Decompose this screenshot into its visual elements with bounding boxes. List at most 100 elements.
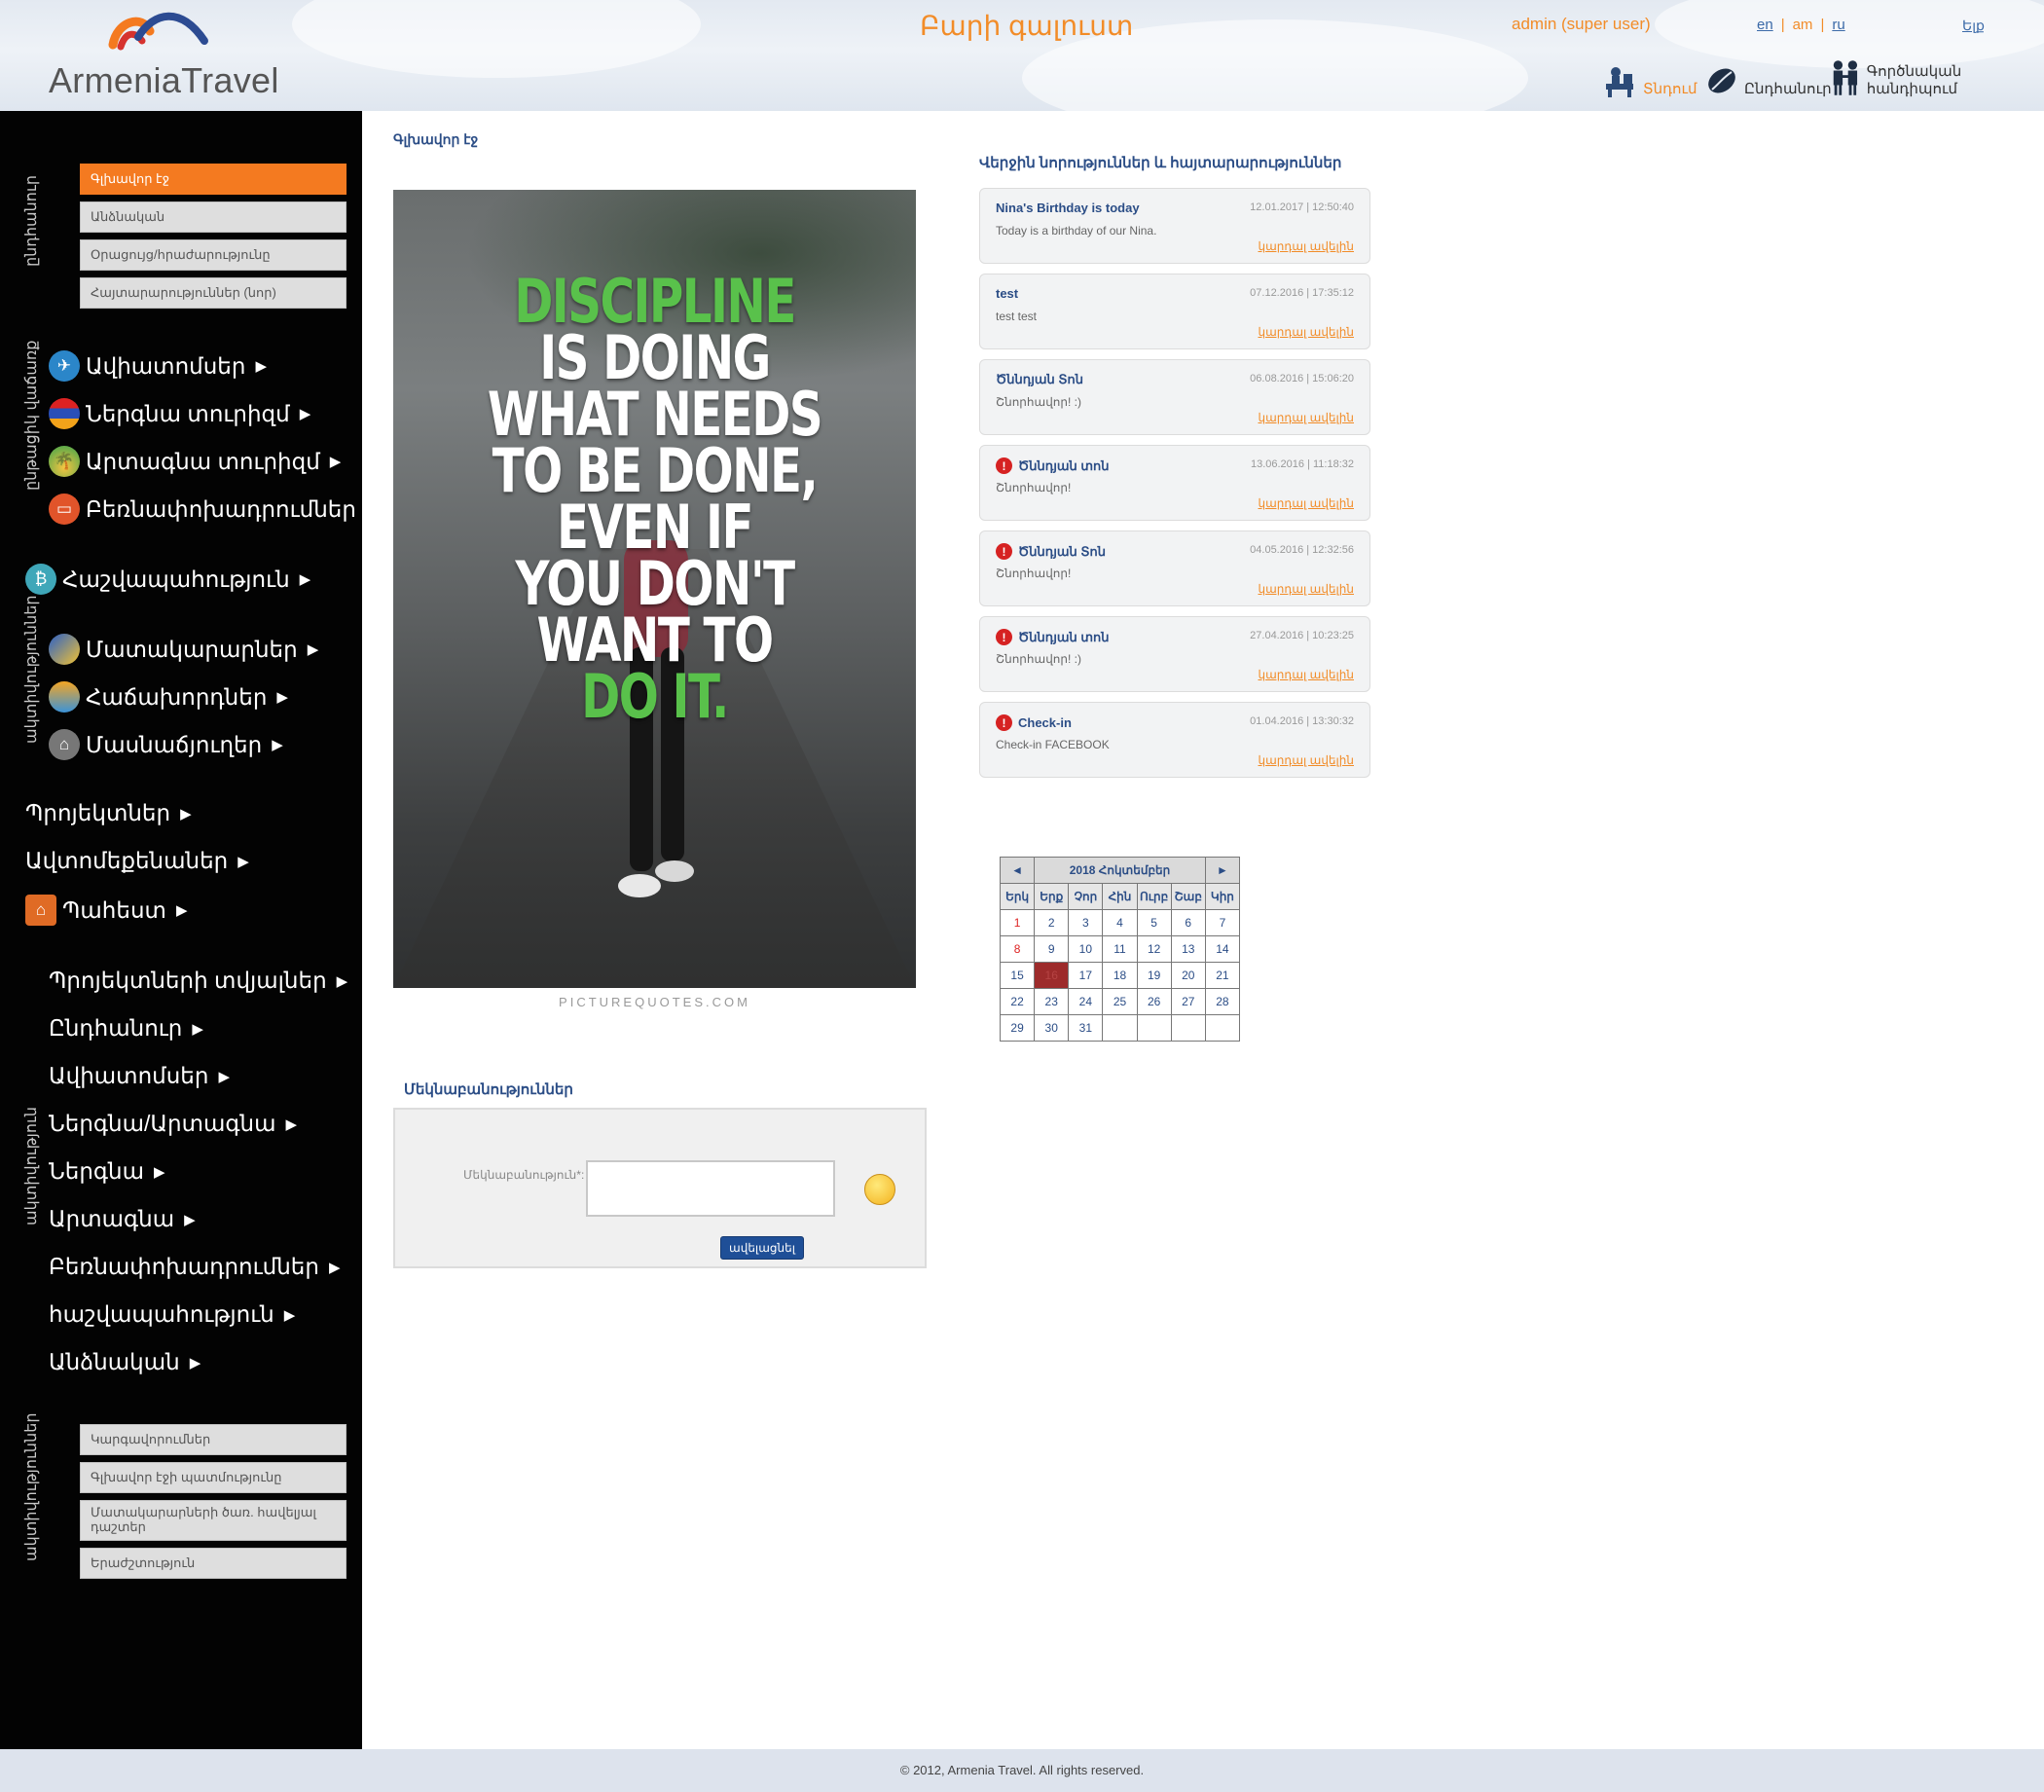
sidebar-btn-personal[interactable]: Անձնական (80, 201, 347, 233)
calendar-day[interactable]: 29 (999, 1014, 1036, 1042)
calendar-day[interactable]: 7 (1204, 909, 1241, 936)
sidebar-btn-announcements[interactable]: Հայտարարություններ (նոր) (80, 277, 347, 309)
calendar-day[interactable]: 6 (1170, 909, 1206, 936)
calendar-day[interactable]: 19 (1136, 962, 1172, 989)
flag-icon (49, 398, 80, 429)
calendar-weekday: Երք (1034, 883, 1070, 910)
menu-cargo-report[interactable]: Բեռնափոխադրումներ ▶ (49, 1254, 340, 1280)
logo-icon[interactable] (103, 8, 210, 56)
menu-project-data[interactable]: Պրոյեկտների տվյալներ ▶ (49, 968, 347, 994)
read-more-link[interactable]: կարդալ ավելին (1258, 325, 1354, 339)
menu-outbound[interactable]: Արտագնա ▶ (49, 1206, 196, 1232)
nav-partners-label: Գործնական հանդիպում (1866, 63, 1962, 97)
calendar-weekday: Շաբ (1170, 883, 1206, 910)
calendar-day[interactable]: 9 (1034, 935, 1070, 963)
divider: | (1820, 17, 1825, 33)
calendar-day[interactable]: 31 (1068, 1014, 1104, 1042)
sidebar-btn-calendar[interactable]: Օրացույց/հրաժարությունը (80, 239, 347, 271)
calendar-day[interactable]: 16 (1034, 962, 1070, 989)
menu-cars[interactable]: Ավտոմեքենաներ ▶ (25, 848, 249, 874)
menu-inbound[interactable]: Ներգնա ▶ (49, 1158, 165, 1185)
calendar-day[interactable]: 28 (1204, 988, 1241, 1015)
calendar-day[interactable]: 14 (1204, 935, 1241, 963)
calendar-day[interactable]: 1 (999, 909, 1036, 936)
lang-en[interactable]: en (1757, 17, 1773, 33)
comments-title: Մեկնաբանություններ (404, 1081, 573, 1098)
calendar-day[interactable]: 4 (1102, 909, 1138, 936)
calendar-day[interactable]: 23 (1034, 988, 1070, 1015)
lang-ru[interactable]: ru (1832, 17, 1844, 33)
sidebar-btn-home[interactable]: Գլխավոր էջ (80, 164, 347, 195)
comment-input[interactable] (586, 1160, 835, 1217)
calendar-day[interactable]: 22 (999, 988, 1036, 1015)
section-label: ակտիվություններ (23, 1412, 40, 1562)
calendar-day[interactable]: 24 (1068, 988, 1104, 1015)
calendar-day[interactable]: 30 (1034, 1014, 1070, 1042)
accounting-icon: ₿ (25, 564, 56, 595)
menu-inbound-tourism[interactable]: Ներգնա տուրիզմ ▶ (49, 398, 310, 429)
section-label: ակտիվություն (23, 1106, 40, 1225)
logo-text[interactable]: ArmeniaTravel (49, 60, 279, 101)
calendar-day[interactable]: 10 (1068, 935, 1104, 963)
arrow-right-icon: ▶ (299, 406, 311, 422)
calendar-next-button[interactable]: ► (1204, 857, 1241, 884)
logout-link[interactable]: Ելք (1962, 18, 1985, 34)
add-comment-button[interactable]: ավելացնել (720, 1236, 804, 1260)
menu-label: Ներգնա (49, 1158, 145, 1184)
current-user: admin (super user) (1512, 15, 1651, 33)
calendar-day[interactable]: 2 (1034, 909, 1070, 936)
read-more-link[interactable]: կարդալ ավելին (1258, 411, 1354, 424)
alert-icon: ! (996, 629, 1012, 645)
nav-home[interactable]: Տնդում (1604, 55, 1697, 97)
menu-suppliers[interactable]: Մատակարարներ ▶ (49, 634, 318, 665)
calendar-day[interactable]: 17 (1068, 962, 1104, 989)
calendar-day[interactable]: 15 (999, 962, 1036, 989)
read-more-link[interactable]: կարդալ ավելին (1258, 582, 1354, 596)
menu-warehouse[interactable]: ⌂ Պահեստ ▶ (25, 895, 187, 926)
menu-projects[interactable]: Պրոյեկտներ ▶ (25, 800, 192, 826)
calendar-prev-button[interactable]: ◄ (999, 857, 1036, 884)
menu-branches[interactable]: ⌂ Մասնաճյուղեր ▶ (49, 729, 283, 760)
menu-flights-report[interactable]: Ավիատոմսեր ▶ (49, 1063, 230, 1089)
lang-am[interactable]: am (1793, 17, 1813, 33)
calendar-day[interactable]: 27 (1170, 988, 1206, 1015)
menu-personal-report[interactable]: Անձնական ▶ (49, 1349, 201, 1375)
menu-clients[interactable]: Հաճախորդներ ▶ (49, 681, 288, 713)
menu-general[interactable]: Ընդհանուր ▶ (49, 1015, 203, 1042)
calendar-day (1102, 1014, 1138, 1042)
read-more-link[interactable]: կարդալ ավելին (1258, 753, 1354, 767)
read-more-link[interactable]: կարդալ ավելին (1258, 239, 1354, 253)
calendar-day[interactable]: 13 (1170, 935, 1206, 963)
calendar-day[interactable]: 11 (1102, 935, 1138, 963)
sidebar-btn-music[interactable]: Երաժշտություն (80, 1548, 347, 1579)
calendar-day[interactable]: 3 (1068, 909, 1104, 936)
nav-general[interactable]: Ընդհանուր (1705, 55, 1832, 97)
news-item: ! Ծննդյան տոն 13.06.2016 | 11:18:32 Շնորհավ… (979, 445, 1370, 521)
read-more-link[interactable]: կարդալ ավելին (1258, 668, 1354, 681)
sidebar-btn-settings[interactable]: Կարգավորումներ (80, 1424, 347, 1455)
calendar-day[interactable]: 26 (1136, 988, 1172, 1015)
nav-partners[interactable]: Գործնական հանդիպում (1830, 55, 2044, 97)
calendar-day[interactable]: 12 (1136, 935, 1172, 963)
clients-icon (49, 681, 80, 713)
calendar-day[interactable]: 18 (1102, 962, 1138, 989)
news-item-body: Շնորհավոր! (996, 481, 1072, 494)
calendar-day[interactable]: 5 (1136, 909, 1172, 936)
calendar-day[interactable]: 20 (1170, 962, 1206, 989)
divider: | (1780, 17, 1785, 33)
calendar-day[interactable]: 21 (1204, 962, 1241, 989)
calendar-day[interactable]: 8 (999, 935, 1036, 963)
emoji-icon[interactable] (864, 1174, 895, 1205)
menu-outbound-tourism[interactable]: 🌴 Արտագնա տուրիզմ ▶ (49, 446, 341, 477)
menu-flights[interactable]: ✈ Ավիատոմսեր ▶ (49, 350, 267, 382)
sidebar-btn-home-history[interactable]: Գլխավոր էջի պատմությունը (80, 1462, 347, 1493)
menu-in-out[interactable]: Ներգնա/Արտագնա ▶ (49, 1111, 297, 1137)
arrow-right-icon: ▶ (329, 454, 342, 470)
menu-accounting-report[interactable]: հաշվապահություն ▶ (49, 1301, 295, 1328)
menu-cargo[interactable]: ▭ Բեռնափոխադրումներ ▶ (49, 494, 377, 525)
menu-accounting[interactable]: ₿ Հաշվապահություն ▶ (25, 564, 310, 595)
read-more-link[interactable]: կարդալ ավելին (1258, 496, 1354, 510)
sidebar-btn-supplier-fields[interactable]: Մատակարարների ծառ. հավելյալ դաշտեր (80, 1500, 347, 1541)
arrow-right-icon: ▶ (272, 737, 283, 753)
calendar-day[interactable]: 25 (1102, 988, 1138, 1015)
